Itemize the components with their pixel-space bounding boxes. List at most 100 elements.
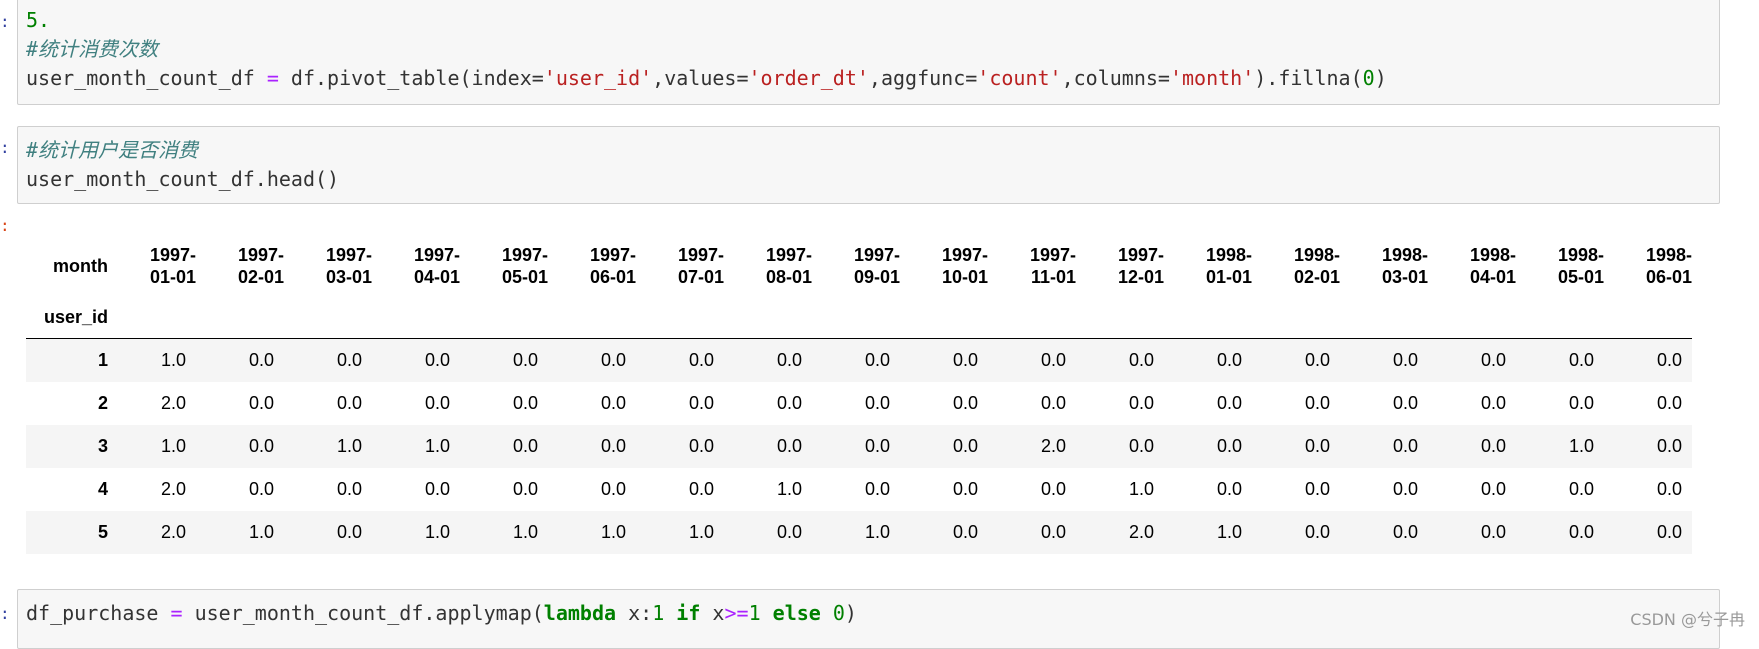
table-cell: 0.0 [864,435,890,456]
table-cell: 0.0 [776,392,802,413]
code-keyword: if [676,601,701,625]
code-number: 5. [26,8,51,32]
row-index: 5 [97,521,108,542]
table-cell: 0.0 [952,478,978,499]
code-token: user_month_count_df.head() [26,167,340,191]
code-comment: #统计用户是否消费 [26,138,199,162]
table-cell: 0.0 [512,435,538,456]
table-row: 2 2.0 0.0 0.0 0.0 0.0 0.0 0.0 0.0 0.0 0.0 0.0 0.0 0.0… [26,382,1692,425]
table-cell: 0.0 [952,521,978,542]
table-cell: 0.0 [512,478,538,499]
table-cell: 0.0 [1216,478,1242,499]
table-cell: 0.0 [1304,435,1330,456]
input-prompt-2: : [0,138,10,157]
table-cell: 0.0 [688,349,714,370]
table-cell: 0.0 [424,392,450,413]
table-cell: 0.0 [1392,392,1418,413]
table-cell: 0.0 [1656,478,1682,499]
table-cell: 2.0 [160,478,186,499]
table-cell: 0.0 [1304,521,1330,542]
code-token: x: [628,601,653,625]
table-cell: 1.0 [424,521,450,542]
table-cell: 0.0 [1480,435,1506,456]
table-cell: 0.0 [600,478,626,499]
code-cell-pivot[interactable]: 5. #统计消费次数 user_month_count_df = df.pivo… [17,0,1720,105]
column-header: 1997- 04-01 [413,245,460,287]
table-cell: 0.0 [1392,478,1418,499]
csdn-watermark: CSDN @兮子冉 [1630,610,1745,629]
table-cell: 1.0 [248,521,274,542]
row-index: 1 [97,349,108,370]
column-header: 1997- 01-01 [149,245,196,287]
code-string: 'user_id' [543,66,653,90]
table-cell: 0.0 [1304,478,1330,499]
table-cell: 1.0 [1568,435,1594,456]
code-token: user_month_count_df.applymap( [194,601,544,625]
table-cell: 0.0 [952,349,978,370]
code-string: 'order_dt' [748,66,869,90]
table-cell: 0.0 [248,478,274,499]
code-token: df.pivot_table(index= [290,66,544,90]
table-cell: 0.0 [512,392,538,413]
table-cell: 1.0 [512,521,538,542]
table-cell: 0.0 [600,392,626,413]
table-row: 5 2.0 1.0 0.0 1.0 1.0 1.0 1.0 0.0 1.0 0.0 0.0 2.0 1.0… [26,510,1692,554]
table-cell: 0.0 [424,478,450,499]
table-cell: 0.0 [1568,521,1594,542]
table-cell: 0.0 [1128,435,1154,456]
table-cell: 1.0 [160,435,186,456]
code-keyword: lambda [543,601,617,625]
table-cell: 1.0 [424,435,450,456]
code-operator: = [266,66,279,90]
table-cell: 1.0 [336,435,362,456]
code-token: ) [1374,66,1387,90]
table-cell: 0.0 [1568,349,1594,370]
code-token: x [712,601,725,625]
table-cell: 1.0 [688,521,714,542]
table-cell: 0.0 [1040,521,1066,542]
table-cell: 0.0 [248,435,274,456]
dataframe-output: month 1997- 01-01 1997- 02-01 1997- 03-01 1… [26,236,1692,554]
output-prompt: : [0,216,10,235]
column-header: 1998- 02-01 [1293,245,1340,287]
input-prompt-3: : [0,604,10,623]
table-cell: 0.0 [248,392,274,413]
table-cell: 0.0 [1216,392,1242,413]
columns-name: month [53,256,108,276]
table-cell: 0.0 [1656,349,1682,370]
table-cell: 0.0 [776,521,802,542]
table-cell: 1.0 [600,521,626,542]
row-index: 4 [97,478,108,499]
table-cell: 0.0 [1040,349,1066,370]
code-string: 'count' [977,66,1062,90]
table-cell: 2.0 [1040,435,1066,456]
column-header: 1997- 09-01 [853,245,900,287]
table-cell: 0.0 [1656,521,1682,542]
table-cell: 2.0 [160,521,186,542]
table-cell: 0.0 [512,349,538,370]
code-cell-head[interactable]: #统计用户是否消费 user_month_count_df.head() [17,126,1720,204]
dataframe-table: month 1997- 01-01 1997- 02-01 1997- 03-01 1… [26,236,1692,554]
table-cell: 0.0 [1304,392,1330,413]
table-cell: 1.0 [864,521,890,542]
table-cell: 0.0 [1480,478,1506,499]
table-cell: 0.0 [1216,435,1242,456]
code-cell-applymap[interactable]: df_purchase = user_month_count_df.applym… [17,589,1720,649]
table-cell: 0.0 [864,349,890,370]
column-header: 1997- 03-01 [325,245,372,287]
table-cell: 0.0 [864,478,890,499]
column-header: 1997- 11-01 [1029,245,1076,287]
table-cell: 0.0 [336,392,362,413]
table-row: 3 1.0 0.0 1.0 1.0 0.0 0.0 0.0 0.0 0.0 0.0 2.0 0.0 0.0… [26,424,1692,468]
code-operator: = [170,601,183,625]
table-cell: 0.0 [1040,478,1066,499]
column-header: 1997- 02-01 [237,245,284,287]
table-cell: 0.0 [1392,349,1418,370]
column-header: 1997- 07-01 [677,245,724,287]
code-comment: #统计消费次数 [26,37,159,61]
table-cell: 0.0 [248,349,274,370]
table-cell: 0.0 [1216,349,1242,370]
table-cell: 0.0 [1128,349,1154,370]
table-cell: 1.0 [776,478,802,499]
table-cell: 2.0 [160,392,186,413]
